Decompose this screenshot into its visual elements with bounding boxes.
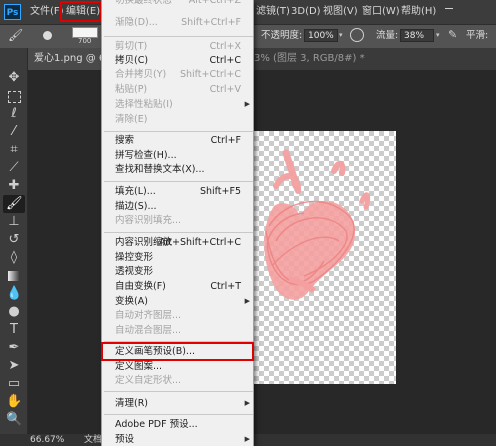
photoshop-logo: Ps [4, 4, 21, 20]
menu-item-puppet-warp[interactable]: 操控变形 [102, 250, 253, 265]
menu-item-copy[interactable]: 拷贝(C) Ctrl+C [102, 53, 253, 68]
menu-filter[interactable]: 滤镜(T) [256, 0, 290, 24]
menu-item-define-pattern[interactable]: 定义图案... [102, 359, 253, 374]
menu-file[interactable]: 文件(F) [30, 0, 64, 24]
flow-label: 流量: [376, 30, 399, 41]
opacity-chevron-icon[interactable]: ▾ [339, 31, 343, 39]
edit-menu-dropdown: 切换最终状态 Alt+Ctrl+Z 渐隐(D)... Shift+Ctrl+F 剪切… [101, 0, 254, 446]
menu-item-clear[interactable]: 清除(E) [102, 112, 253, 127]
history-brush-icon[interactable]: ↺ [6, 232, 22, 248]
flow-field[interactable]: 38% [400, 29, 434, 42]
eraser-icon[interactable]: ◊ [6, 250, 22, 266]
menu-item-auto-blend-layers[interactable]: 自动混合图层... [102, 323, 253, 338]
heart-stroke [359, 192, 371, 210]
menu-separator [104, 391, 253, 392]
menu-separator [104, 36, 253, 37]
clone-stamp-icon[interactable]: ⊥ [6, 214, 22, 230]
heart-stroke [282, 149, 300, 190]
flow-chevron-icon[interactable]: ▾ [436, 31, 440, 39]
document-status[interactable]: 文档 [84, 434, 102, 446]
menu-item-check-spelling[interactable]: 拼写检查(H)... [102, 148, 253, 163]
menu-item-presets[interactable]: 预设 ▶ [102, 432, 253, 446]
brush-preset-icon[interactable]: 🖌 [8, 28, 23, 42]
submenu-arrow-icon: ▶ [244, 399, 250, 407]
menu-item-define-custom-shape[interactable]: 定义自定形状... [102, 373, 253, 388]
menu-item-fade[interactable]: 渐隐(D)... Shift+Ctrl+F [102, 15, 253, 30]
menu-item-purge[interactable]: 清理(R) ▶ [102, 396, 253, 411]
menu-item-copy-merged[interactable]: 合并拷贝(Y) Shift+Ctrl+C [102, 67, 253, 82]
brush-size-label: 700 [78, 37, 92, 45]
zoom-level[interactable]: 66.67% [30, 434, 64, 446]
menu-separator [104, 181, 253, 182]
blur-icon[interactable]: 💧 [6, 286, 22, 302]
menu-view[interactable]: 视图(V) [323, 0, 358, 24]
heart-brush-drawing [264, 149, 371, 300]
airbrush-icon[interactable]: ✎ [448, 28, 460, 42]
menu-separator [104, 414, 253, 415]
menu-item-perspective-warp[interactable]: 透视变形 [102, 264, 253, 279]
minimize-icon[interactable] [445, 8, 453, 9]
magic-wand-icon[interactable]: ⁄ [6, 124, 22, 140]
menu-item-toggle-last-state[interactable]: 切换最终状态 Alt+Ctrl+Z [102, 0, 253, 8]
define-brush-highlight [101, 342, 254, 361]
move-icon[interactable]: ✥ [6, 70, 22, 86]
menu-item-auto-align-layers[interactable]: 自动对齐图层... [102, 308, 253, 323]
submenu-arrow-icon: ▶ [244, 435, 250, 443]
brush-dot-icon[interactable] [43, 31, 52, 40]
dodge-icon[interactable]: ● [6, 304, 22, 320]
menu-item-fill[interactable]: 填充(L)... Shift+F5 [102, 184, 253, 199]
document-tab-continuation: 3% (图层 3, RGB/8#) * [254, 53, 365, 64]
hand-icon[interactable]: ✋ [6, 394, 22, 410]
marquee-icon[interactable] [6, 88, 22, 104]
brush-icon[interactable]: 🖌 [6, 196, 23, 212]
menu-item-search[interactable]: 搜索 Ctrl+F [102, 133, 253, 148]
menu-item-adobe-pdf-presets[interactable]: Adobe PDF 预设... [102, 417, 253, 432]
menu-item-cut[interactable]: 剪切(T) Ctrl+X [102, 39, 253, 54]
gradient-icon[interactable] [6, 268, 22, 284]
healing-brush-icon[interactable]: ✚ [6, 178, 22, 194]
menu-separator [104, 232, 253, 233]
menu-window[interactable]: 窗口(W) [362, 0, 400, 24]
crop-icon[interactable]: ⌗ [6, 142, 22, 158]
menu-item-transform[interactable]: 变换(A) ▶ [102, 294, 253, 309]
lasso-icon[interactable]: ℓ [6, 106, 22, 122]
submenu-arrow-icon: ▶ [244, 100, 250, 108]
menu-item-content-aware-scale[interactable]: 内容识别缩放 Alt+Shift+Ctrl+C [102, 235, 253, 250]
menu-3d[interactable]: 3D(D) [291, 0, 321, 24]
type-icon[interactable]: T [6, 322, 22, 338]
edit-menu-highlight [60, 1, 102, 22]
smoothing-label: 平滑: [466, 30, 489, 41]
path-selection-icon[interactable]: ➤ [6, 358, 22, 374]
opacity-field[interactable]: 100% [304, 29, 338, 42]
menu-separator [104, 131, 253, 132]
opacity-label: 不透明度: [261, 30, 303, 41]
eyedropper-icon[interactable]: ⟋ [6, 160, 22, 176]
menu-help[interactable]: 帮助(H) [401, 0, 436, 24]
shape-icon[interactable]: ▭ [6, 376, 22, 392]
submenu-arrow-icon: ▶ [244, 297, 250, 305]
menu-item-paste-special[interactable]: 选择性粘贴(I) ▶ [102, 97, 253, 112]
document-tab[interactable]: 爱心1.png @ 66.7 [28, 48, 103, 70]
menu-item-free-transform[interactable]: 自由变换(F) Ctrl+T [102, 279, 253, 294]
heart-stroke [331, 160, 346, 176]
menu-item-paste[interactable]: 粘贴(P) Ctrl+V [102, 82, 253, 97]
pen-icon[interactable]: ✒ [6, 340, 22, 356]
zoom-icon[interactable]: 🔍 [6, 412, 22, 428]
pressure-opacity-icon[interactable] [350, 28, 364, 42]
menu-item-content-aware-fill[interactable]: 内容识别填充... [102, 213, 253, 228]
menu-item-stroke[interactable]: 描边(S)... [102, 199, 253, 214]
menu-item-find-replace[interactable]: 查找和替换文本(X)... [102, 162, 253, 177]
